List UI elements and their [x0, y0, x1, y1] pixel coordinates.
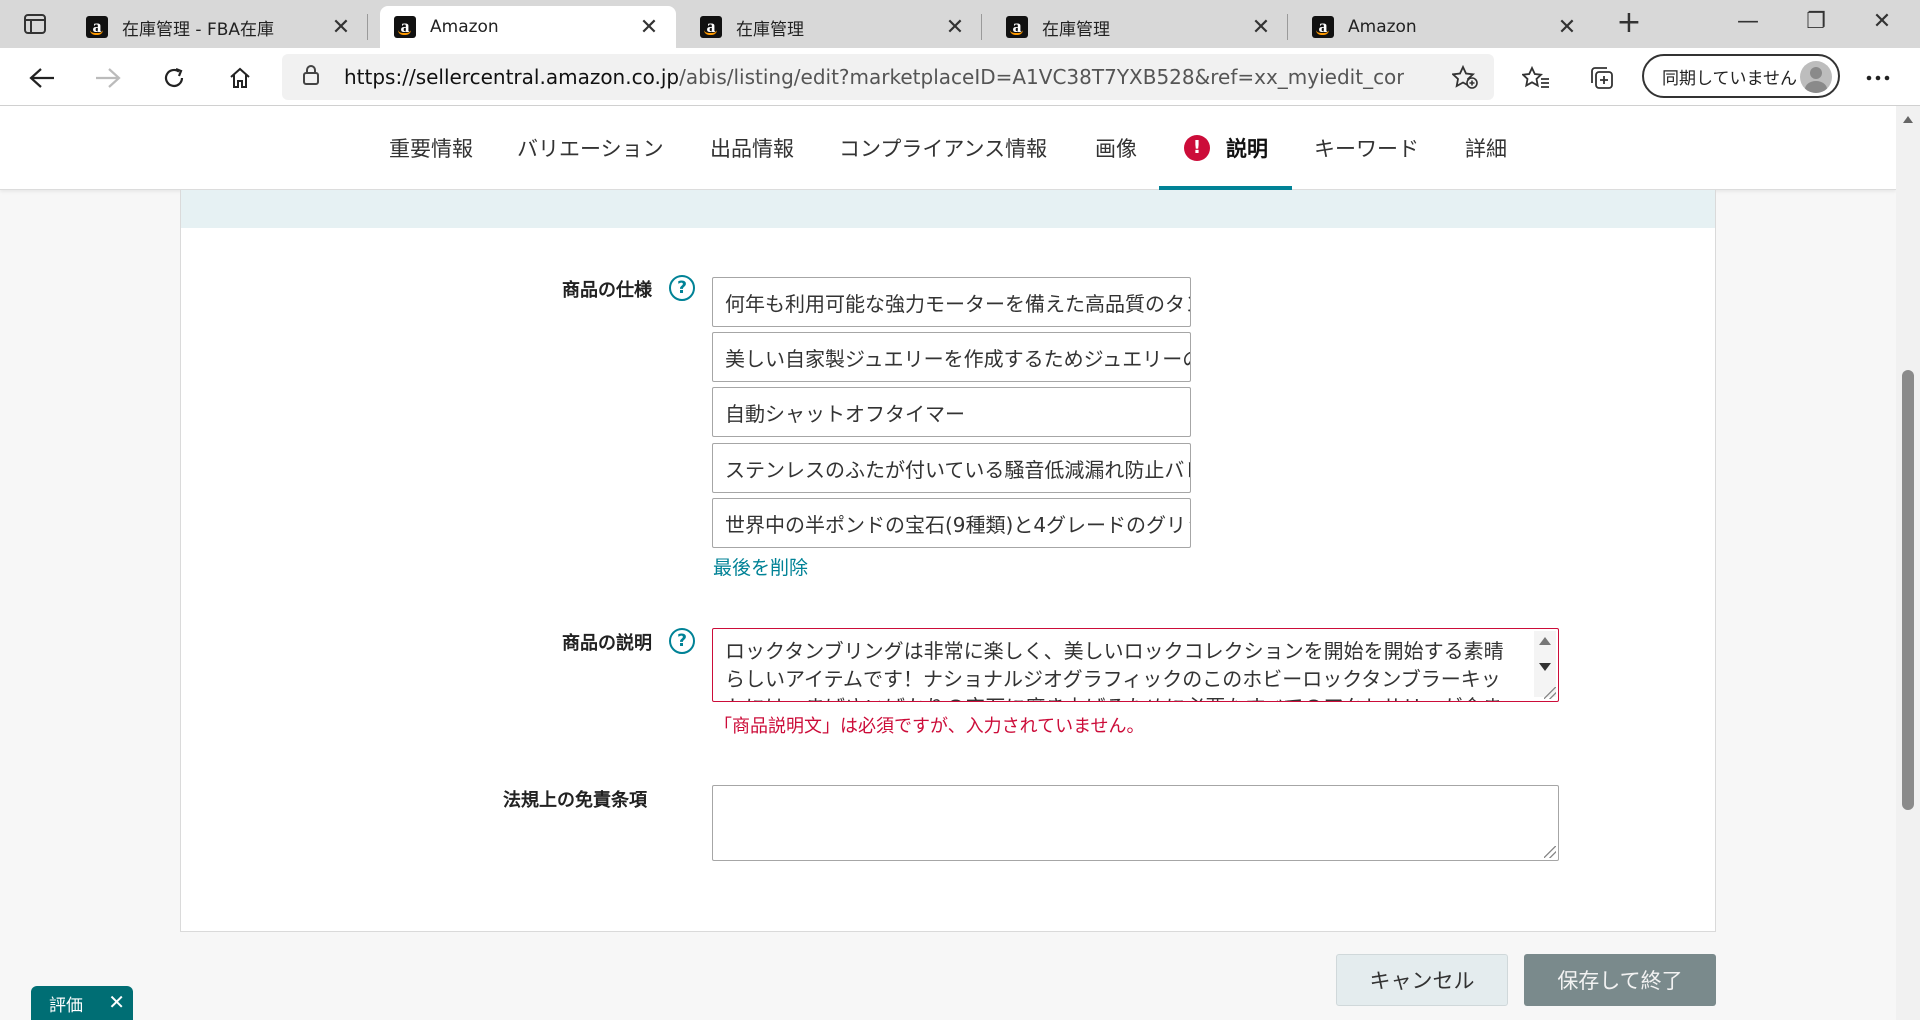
amazon-favicon-icon: a [700, 16, 722, 38]
bullet-points-label: 商品の仕様 [562, 280, 652, 301]
tab-actions-icon[interactable] [18, 8, 52, 40]
save-and-finish-button[interactable]: 保存して終了 [1524, 954, 1716, 1006]
amazon-favicon-icon: a [1006, 16, 1028, 38]
browser-tab-bar: a 在庫管理 - FBA在庫 ✕ a Amazon ✕ a 在庫管理 ✕ a 在… [0, 0, 1920, 48]
new-tab-plus-icon[interactable]: + [1612, 8, 1646, 40]
help-question-icon[interactable]: ? [669, 628, 695, 654]
resize-handle-icon[interactable] [1544, 687, 1556, 699]
bullet-point-input-4[interactable]: ステンレスのふたが付いている騒音低減漏れ防止バレル [712, 443, 1191, 493]
tab-variations[interactable]: バリエーション [517, 106, 664, 190]
tab-close-icon[interactable]: ✕ [942, 15, 968, 40]
scroll-down-arrow-icon[interactable] [1539, 663, 1551, 671]
tab-close-icon[interactable]: ✕ [636, 15, 662, 40]
tab-details[interactable]: 詳細 [1465, 106, 1507, 190]
collections-icon[interactable] [1582, 58, 1622, 98]
reload-icon[interactable] [154, 58, 194, 98]
back-arrow-icon[interactable] [22, 58, 62, 98]
tab-title: Amazon [1348, 17, 1417, 37]
tab-close-icon[interactable]: ✕ [1554, 15, 1580, 40]
tab-key-info[interactable]: 重要情報 [389, 106, 473, 190]
feedback-label: 評価 [49, 995, 83, 1016]
tab-description-label: 説明 [1226, 137, 1268, 161]
tab-title: 在庫管理 [736, 19, 804, 40]
tab-title: Amazon [430, 17, 499, 37]
legal-disclaimer-label: 法規上の免責条項 [503, 790, 647, 811]
browser-tab-4[interactable]: a 在庫管理 ✕ [992, 6, 1288, 48]
cancel-button[interactable]: キャンセル [1336, 954, 1508, 1006]
tab-title: 在庫管理 [1042, 19, 1110, 40]
amazon-favicon-icon: a [1312, 16, 1334, 38]
restore-icon[interactable]: ❐ [1786, 4, 1846, 40]
tab-keywords[interactable]: キーワード [1314, 106, 1419, 190]
forward-arrow-icon[interactable] [88, 58, 128, 98]
tab-close-icon[interactable]: ✕ [328, 15, 354, 40]
browser-tab-2[interactable]: a Amazon ✕ [380, 6, 676, 48]
tab-images[interactable]: 画像 [1095, 106, 1137, 190]
remove-last-link[interactable]: 最後を削除 [713, 553, 808, 580]
resize-handle-icon[interactable] [1544, 846, 1556, 858]
description-label: 商品の説明 [562, 633, 652, 654]
feedback-close-icon[interactable]: ✕ [108, 990, 125, 1014]
address-bar[interactable]: https://sellercentral.amazon.co.jp/abis/… [282, 54, 1494, 100]
tab-close-icon[interactable]: ✕ [1248, 15, 1274, 40]
bullet-point-input-1[interactable]: 何年も利用可能な強力モーターを備えた高品質のタンブラー [712, 277, 1191, 327]
browser-tab-5[interactable]: a Amazon ✕ [1298, 6, 1594, 48]
bullet-point-input-5[interactable]: 世界中の半ポンドの宝石(9種類)と4グレードのグリット [712, 498, 1191, 548]
favorites-icon[interactable] [1516, 58, 1556, 98]
url-text[interactable]: https://sellercentral.amazon.co.jp/abis/… [344, 65, 1404, 89]
home-icon[interactable] [220, 58, 260, 98]
browser-tab-1[interactable]: a 在庫管理 - FBA在庫 ✕ [72, 6, 368, 48]
amazon-favicon-icon: a [394, 16, 416, 38]
amazon-favicon-icon: a [86, 16, 108, 38]
listing-section-nav: 重要情報 バリエーション 出品情報 コンプライアンス情報 画像 ! 説明 キーワ… [0, 106, 1896, 190]
bullet-point-input-3[interactable]: 自動シャットオフタイマー [712, 387, 1191, 437]
minimize-icon[interactable]: — [1718, 4, 1778, 40]
browser-tab-3[interactable]: a 在庫管理 ✕ [686, 6, 982, 48]
description-text: ロックタンブリングは非常に楽しく、美しいロックコレクションを開始を開始する素晴ら… [725, 639, 1504, 701]
profile-sync-button[interactable]: 同期していません [1642, 54, 1840, 98]
page-scrollbar[interactable] [1896, 106, 1920, 1020]
sync-status-label: 同期していません [1662, 68, 1797, 89]
window-close-icon[interactable]: ✕ [1852, 4, 1912, 40]
tab-title: 在庫管理 - FBA在庫 [122, 19, 275, 40]
scroll-up-arrow-icon[interactable] [1539, 637, 1551, 645]
browser-toolbar: https://sellercentral.amazon.co.jp/abis/… [0, 48, 1920, 106]
legal-disclaimer-textarea[interactable] [712, 785, 1559, 861]
add-favorite-icon[interactable] [1450, 64, 1478, 93]
lock-icon[interactable] [302, 64, 320, 90]
description-error-message: 「商品説明文」は必須ですが、入力されていません。 [714, 716, 1145, 737]
scrollbar-thumb[interactable] [1902, 370, 1914, 810]
feedback-tab[interactable]: 評価 ✕ [31, 986, 133, 1020]
bullet-point-input-2[interactable]: 美しい自家製ジュエリーを作成するためジュエリーのアクセサリー [712, 332, 1191, 382]
more-menu-icon[interactable] [1858, 58, 1898, 98]
tab-offer[interactable]: 出品情報 [710, 106, 794, 190]
tab-compliance[interactable]: コンプライアンス情報 [839, 106, 1047, 190]
tab-description[interactable]: ! 説明 [1184, 106, 1268, 190]
error-alert-icon: ! [1184, 135, 1210, 161]
scroll-up-arrow-icon[interactable] [1903, 116, 1913, 123]
profile-avatar-icon [1800, 61, 1832, 93]
section-header-band [181, 190, 1715, 228]
help-question-icon[interactable]: ? [669, 275, 695, 301]
description-textarea[interactable]: ロックタンブリングは非常に楽しく、美しいロックコレクションを開始を開始する素晴ら… [712, 628, 1559, 702]
